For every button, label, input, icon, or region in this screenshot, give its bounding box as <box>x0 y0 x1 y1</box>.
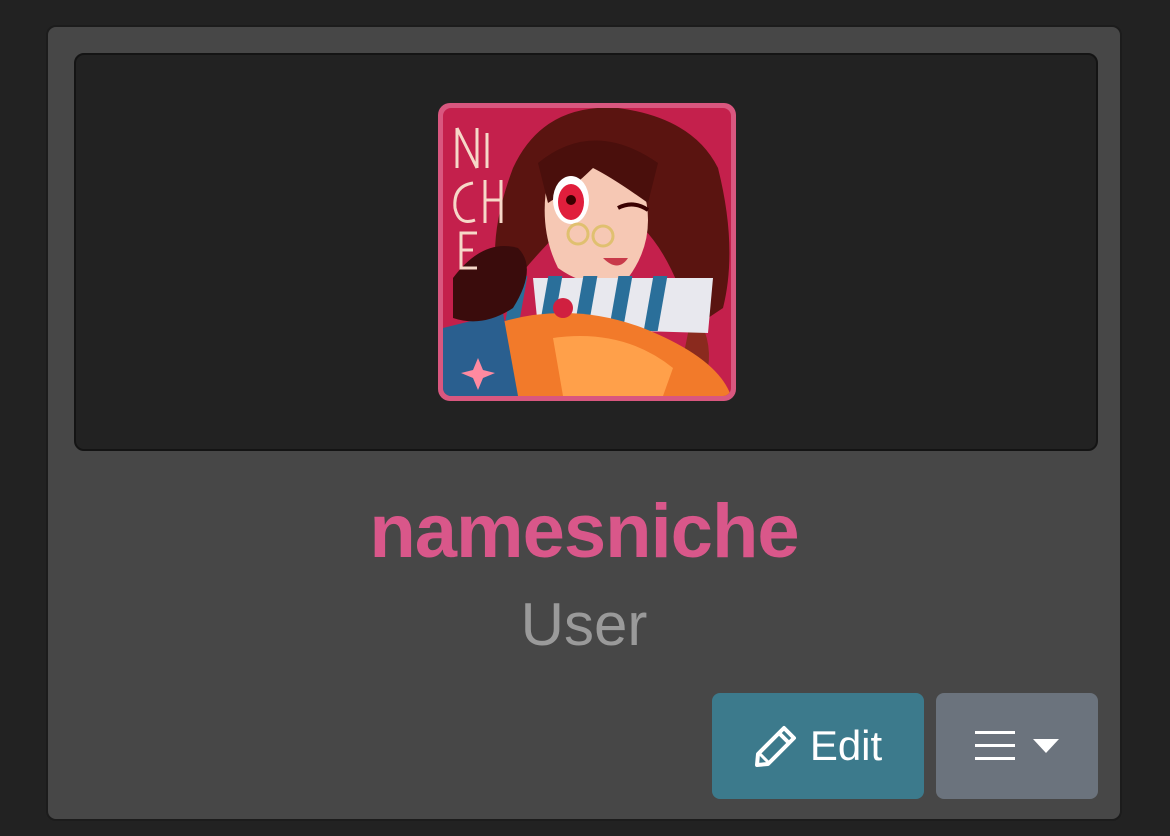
pencil-icon <box>754 726 796 767</box>
caret-down-icon <box>1033 739 1059 753</box>
options-menu-button[interactable] <box>936 693 1098 799</box>
hamburger-menu-icon <box>975 731 1015 760</box>
user-role: User <box>520 591 648 658</box>
profile-banner <box>74 53 1098 451</box>
profile-card: namesniche User Edit <box>46 25 1122 821</box>
username: namesniche <box>369 489 799 574</box>
avatar-image <box>443 108 731 396</box>
edit-button[interactable]: Edit <box>712 693 924 799</box>
edit-button-label: Edit <box>809 722 883 769</box>
avatar[interactable] <box>438 103 736 401</box>
